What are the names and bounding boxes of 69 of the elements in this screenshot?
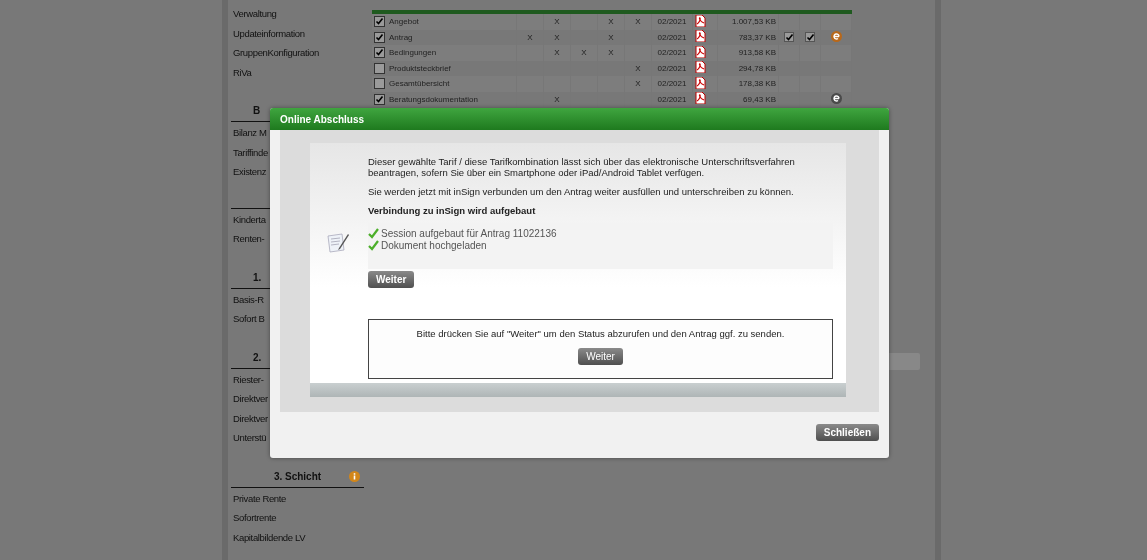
table-cell: X <box>608 48 614 58</box>
pdf-icon[interactable] <box>695 92 706 105</box>
sidebar-item[interactable]: Verwaltung <box>231 6 364 26</box>
pdf-icon[interactable] <box>695 30 706 43</box>
dialog-title: Online Abschluss <box>280 113 365 125</box>
document-name: Antrag <box>389 32 413 42</box>
e-signature-icon[interactable] <box>830 92 842 104</box>
sidebar-item[interactable]: GruppenKonfiguration <box>231 45 364 65</box>
table-cell: 02/2021 <box>657 48 687 58</box>
table-cell: X <box>554 17 560 27</box>
document-checkbox[interactable] <box>374 31 385 43</box>
e-signature-icon[interactable] <box>830 30 842 42</box>
table-cell: X <box>635 63 641 73</box>
pdf-icon[interactable] <box>695 45 706 58</box>
document-name: Beratungsdokumentation <box>389 94 478 104</box>
sidebar-item[interactable]: Private Rente <box>231 490 364 510</box>
table-cell: X <box>554 32 560 42</box>
document-checkbox[interactable] <box>374 62 385 74</box>
section-heading: B <box>253 105 261 116</box>
table-cell: 02/2021 <box>657 94 687 104</box>
sidebar-item[interactable]: Sofortrente <box>231 510 364 530</box>
status-step: Dokument hochgeladen <box>381 239 487 251</box>
pdf-icon[interactable] <box>695 76 706 89</box>
table-cell: X <box>527 32 533 42</box>
file-size: 69,43 KB <box>743 94 776 104</box>
document-name: Angebot <box>389 16 419 26</box>
section-heading: 3. Schicht <box>273 470 322 482</box>
pdf-icon[interactable] <box>695 14 706 27</box>
sidebar-item[interactable]: Updateinformation <box>231 25 364 45</box>
file-size: 783,37 KB <box>738 32 776 42</box>
document-name: Gesamtübersicht <box>389 78 450 88</box>
info-text: Sie werden jetzt mit inSign verbunden um den Antrag weiter ausfüllen und unterschreiben zu können. <box>368 186 795 197</box>
document-checkbox[interactable] <box>374 16 385 28</box>
pdf-icon[interactable] <box>695 61 706 74</box>
file-size: 1.007,53 KB <box>731 17 776 27</box>
status-heading: Verbindung zu inSign wird aufgebaut <box>368 205 537 216</box>
document-checkbox[interactable] <box>374 78 385 90</box>
section-heading: 2. <box>253 351 262 363</box>
table-cell: X <box>554 94 560 104</box>
table-cell: 02/2021 <box>657 32 687 42</box>
document-name: Produktsteckbrief <box>389 63 451 73</box>
document-checkbox[interactable] <box>374 47 385 59</box>
table-cell: X <box>635 17 641 27</box>
table-cell: X <box>554 48 560 58</box>
info-icon[interactable] <box>349 470 360 482</box>
status-step: Session aufgebaut für Antrag 11022136 <box>381 227 557 239</box>
sidebar-item[interactable]: Kapitalbildende LV <box>231 529 364 549</box>
sidebar-item[interactable]: RiVa <box>231 64 364 84</box>
document-checkbox[interactable] <box>374 93 385 105</box>
file-size: 913,58 KB <box>738 48 776 58</box>
table-cell: X <box>581 48 587 58</box>
notepad-pen-icon <box>327 233 351 253</box>
option-checkbox[interactable] <box>805 32 815 43</box>
info-text: Dieser gewählte Tarif / diese Tarifkombination lässt sich über das elektronische Unterschriftsverfahren beantragen, sofern Sie über ein Smartphone oder iPad/Android Tablet verfügen. <box>368 156 796 178</box>
table-cell: X <box>608 32 614 42</box>
section-heading: 1. <box>253 271 262 283</box>
table-cell: X <box>608 17 614 27</box>
table-cell: 02/2021 <box>657 17 687 27</box>
continue-button[interactable]: Weiter <box>578 348 623 365</box>
continue-button[interactable]: Weiter <box>368 271 415 288</box>
close-button[interactable]: Schließen <box>815 424 879 441</box>
option-checkbox[interactable] <box>784 32 794 43</box>
table-cell: 02/2021 <box>657 79 687 89</box>
notice-text: Bitte drücken Sie auf "Weiter" um den Status abzurufen und den Antrag ggf. zu senden. <box>416 328 785 339</box>
file-size: 294,78 KB <box>738 63 776 73</box>
table-cell: X <box>635 79 641 89</box>
document-name: Bedingungen <box>389 47 437 57</box>
table-cell: 02/2021 <box>657 63 687 73</box>
file-size: 178,38 KB <box>738 79 776 89</box>
